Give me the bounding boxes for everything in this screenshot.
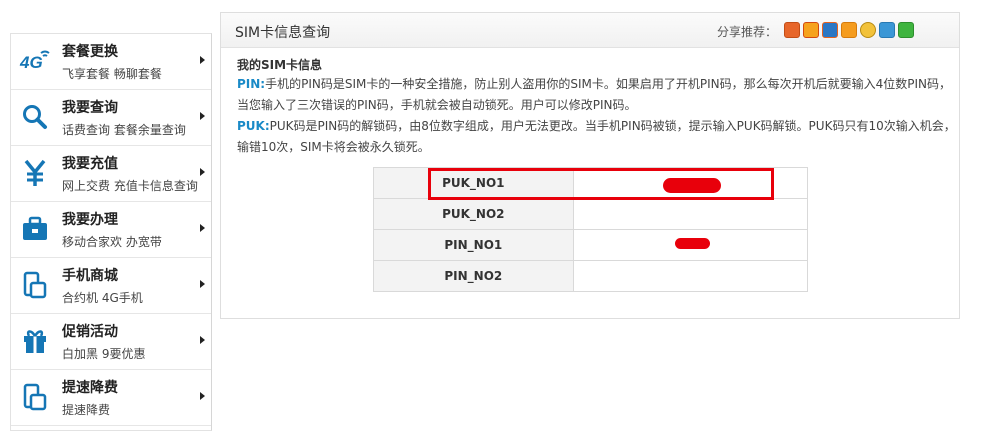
sidebar-item-subtitle: 提速降费 <box>62 403 111 417</box>
sidebar-item-query[interactable]: 我要查询 话费查询 套餐余量查询 <box>11 90 211 146</box>
pin-keyword: PIN: <box>237 77 266 91</box>
sidebar-item-title: 我要办理 <box>62 212 118 228</box>
sina-weibo-icon[interactable] <box>860 22 876 38</box>
tencent-weibo-icon[interactable] <box>803 22 819 38</box>
sidebar-item-subtitle: 飞享套餐 畅聊套餐 <box>62 67 162 81</box>
table-row: PIN_NO2 <box>373 260 809 292</box>
sim-info-panel: SIM卡信息查询 分享推荐： 我的SIM卡信息 PIN:手机的PIN码是SIM卡… <box>220 12 960 319</box>
table-row: PUK_NO2 <box>373 198 809 230</box>
sidebar-item-recharge[interactable]: 我要充值 网上交费 充值卡信息查询 <box>11 146 211 202</box>
row-value <box>572 260 809 292</box>
share-icons <box>784 22 914 38</box>
sidebar-item-mall[interactable]: 手机商城 合约机 4G手机 <box>11 258 211 314</box>
pin-description-line1: PIN:手机的PIN码是SIM卡的一种安全措施，防止别人盗用你的SIM卡。如果启… <box>237 74 951 95</box>
sidebar-item-subtitle: 网上交费 充值卡信息查询 <box>62 179 198 193</box>
puk-description-line2: 输错10次，SIM卡将会被永久锁死。 <box>237 140 430 154</box>
sidebar-item-subtitle: 话费查询 套餐余量查询 <box>62 123 186 137</box>
yen-icon <box>19 158 51 188</box>
sidebar-item-handle[interactable]: 我要办理 移动合家欢 办宽带 <box>11 202 211 258</box>
chevron-right-icon <box>200 280 205 288</box>
sidebar-item-title: 手机商城 <box>62 268 118 284</box>
sidebar-item-subtitle: 移动合家欢 办宽带 <box>62 235 162 249</box>
puk-description-line1: PUK:PUK码是PIN码的解锁码，由8位数字组成，用户无法更改。当手机PIN码… <box>237 116 956 137</box>
row-label: PUK_NO2 <box>373 198 574 230</box>
redaction-mark <box>675 238 710 249</box>
chevron-right-icon <box>200 56 205 64</box>
sidebar-item-promotion[interactable]: 促销活动 白加黑 9要优惠 <box>11 314 211 370</box>
pin-text: 手机的PIN码是SIM卡的一种安全措施，防止别人盗用你的SIM卡。如果启用了开机… <box>265 77 952 91</box>
chevron-right-icon <box>200 168 205 176</box>
sidebar-item-subtitle: 合约机 4G手机 <box>62 291 143 305</box>
sidebar-item-title: 套餐更换 <box>62 44 118 60</box>
puk-keyword: PUK: <box>237 119 270 133</box>
row-label: PIN_NO1 <box>373 229 574 261</box>
table-row: PIN_NO1 <box>373 229 809 261</box>
sidebar-item-title: 提速降费 <box>62 380 118 396</box>
4g-icon: 4G <box>19 46 51 76</box>
chevron-right-icon <box>200 224 205 232</box>
chevron-right-icon <box>200 112 205 120</box>
highlight-box <box>428 168 774 200</box>
sidebar-item-plan-change[interactable]: 4G 套餐更换 飞享套餐 畅聊套餐 <box>11 34 211 90</box>
sidebar-item-title: 促销活动 <box>62 324 118 340</box>
search-icon <box>19 102 51 132</box>
douban-icon[interactable] <box>879 22 895 38</box>
sidebar-item-subtitle: 白加黑 9要优惠 <box>62 347 146 361</box>
sidebar-item-title: 我要充值 <box>62 156 118 172</box>
panel-header: SIM卡信息查询 分享推荐： <box>221 13 959 48</box>
row-value <box>572 198 809 230</box>
more-share-icon[interactable] <box>898 22 914 38</box>
section-title: 我的SIM卡信息 <box>237 58 323 72</box>
phone-icon <box>19 270 51 300</box>
sidebar-item-speedup[interactable]: 提速降费 提速降费 <box>11 370 211 426</box>
chevron-right-icon <box>200 336 205 344</box>
panel-title: SIM卡信息查询 <box>235 25 331 41</box>
sidebar-menu: 4G 套餐更换 飞享套餐 畅聊套餐 我要查询 话费查询 套餐余量查询 我要充值 … <box>10 33 212 431</box>
share-label: 分享推荐： <box>716 25 777 39</box>
kaixin-icon[interactable] <box>841 22 857 38</box>
phone-icon <box>19 382 51 412</box>
svg-text:4G: 4G <box>19 53 43 72</box>
renren-icon[interactable] <box>822 22 838 38</box>
gift-icon <box>19 326 51 356</box>
sidebar-item-title: 我要查询 <box>62 100 118 116</box>
pin-description-line2: 当您输入了三次错误的PIN码，手机就会被自动锁死。用户可以修改PIN码。 <box>237 98 637 112</box>
puk-text: PUK码是PIN码的解锁码，由8位数字组成，用户无法更改。当手机PIN码被锁，提… <box>269 119 956 133</box>
briefcase-icon <box>19 214 51 244</box>
chevron-right-icon <box>200 392 205 400</box>
row-label: PIN_NO2 <box>373 260 574 292</box>
qzone-icon[interactable] <box>784 22 800 38</box>
